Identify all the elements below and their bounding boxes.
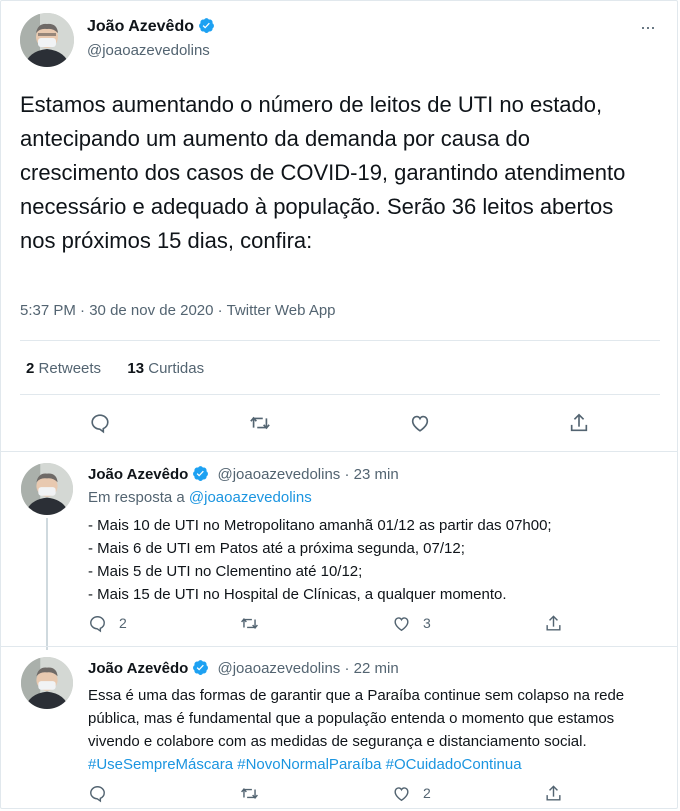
reply-icon [90,615,105,632]
reply-header: João Azevêdo @joaoazevedolins · 23 min [88,465,399,483]
retweet-button[interactable] [240,613,271,633]
verified-badge-icon [199,18,214,33]
share-icon [546,784,561,801]
likes-label: Curtidas [148,360,205,377]
likes-stat[interactable]: 13 Curtidas [127,360,204,377]
reply-header: João Azevêdo @joaoazevedolins · 22 min [88,659,399,677]
share-button[interactable] [544,783,575,803]
reply-icon [91,414,109,434]
share-button[interactable] [544,613,575,633]
like-button[interactable] [409,412,431,434]
divider [20,394,660,395]
divider [20,340,660,341]
author-handle[interactable]: @joaoazevedolins [217,660,340,677]
reply-line: - Mais 6 de UTI em Patos até a próxima s… [88,540,465,557]
reply-text: Essa é uma das formas de garantir que a … [88,684,658,776]
reply-to-handle[interactable]: @joaoazevedolins [189,489,312,506]
author-handle[interactable]: @joaoazevedolins [87,42,210,59]
reply-line: - Mais 15 de UTI no Hospital de Clínicas… [88,586,507,603]
reply-text: - Mais 10 de UTI no Metropolitano amanhã… [88,514,648,606]
hashtag[interactable]: #NovoNormalParaíba [237,756,381,773]
like-count: 3 [423,615,431,631]
like-icon [394,616,409,631]
like-icon [394,786,409,801]
divider [0,646,678,647]
retweets-label: Retweets [38,360,102,377]
avatar[interactable] [21,463,73,515]
thread-line [46,518,48,650]
reply-to-prefix: Em resposta a [88,489,185,506]
share-icon [570,413,588,432]
retweet-icon [250,416,270,430]
avatar[interactable] [21,657,73,709]
retweet-icon [241,787,258,799]
like-count: 2 [423,785,431,801]
verified-badge-icon [193,660,209,675]
tweet-stats: 2 Retweets 13 Curtidas [26,360,204,377]
tweet-time[interactable]: 5:37 PM [20,302,76,319]
divider [0,451,678,452]
reply-button[interactable] [89,412,111,434]
author-name[interactable]: João Azevêdo [88,466,188,483]
reply-count: 2 [119,615,127,631]
separator-dot: · [344,660,354,677]
retweet-icon [241,617,258,629]
like-button[interactable]: 3 [392,613,431,633]
reply-icon [90,785,105,802]
tweet-source[interactable]: Twitter Web App [227,302,336,319]
reply-line: - Mais 5 de UTI no Clementino até 10/12; [88,563,363,580]
separator-dot: · [344,466,354,483]
retweet-button[interactable] [249,412,271,434]
like-icon [411,415,429,432]
more-icon[interactable]: ··· [640,18,660,36]
likes-count: 13 [127,360,145,377]
author-name-text: João Azevêdo [87,18,194,35]
share-button[interactable] [568,412,590,434]
verified-badge-icon [193,466,209,481]
reply-time[interactable]: 22 min [354,660,399,677]
reply-line: - Mais 10 de UTI no Metropolitano amanhã… [88,517,552,534]
reply-time[interactable]: 23 min [354,466,399,483]
retweets-stat[interactable]: 2 Retweets [26,360,101,377]
like-button[interactable]: 2 [392,783,431,803]
hashtag[interactable]: #UseSempreMáscara [88,756,233,773]
tweet-meta: 5:37 PM · 30 de nov de 2020 · Twitter We… [20,302,336,319]
tweet-text: Estamos aumentando o número de leitos de… [20,92,626,253]
reply-to: Em resposta a @joaoazevedolins [88,489,312,506]
reply-button[interactable]: 2 [88,613,127,633]
author-name[interactable]: João Azevêdo [88,660,188,677]
author-handle[interactable]: @joaoazevedolins [217,466,340,483]
avatar[interactable] [20,13,74,67]
tweet-date[interactable]: 30 de nov de 2020 [89,302,213,319]
share-icon [546,614,561,631]
reply-text-body: Essa é uma das formas de garantir que a … [88,687,625,750]
retweets-count: 2 [26,360,35,377]
hashtag[interactable]: #OCuidadoContinua [386,756,522,773]
author-name[interactable]: João Azevêdo [87,17,215,36]
reply-button[interactable] [88,783,119,803]
retweet-button[interactable] [240,783,271,803]
